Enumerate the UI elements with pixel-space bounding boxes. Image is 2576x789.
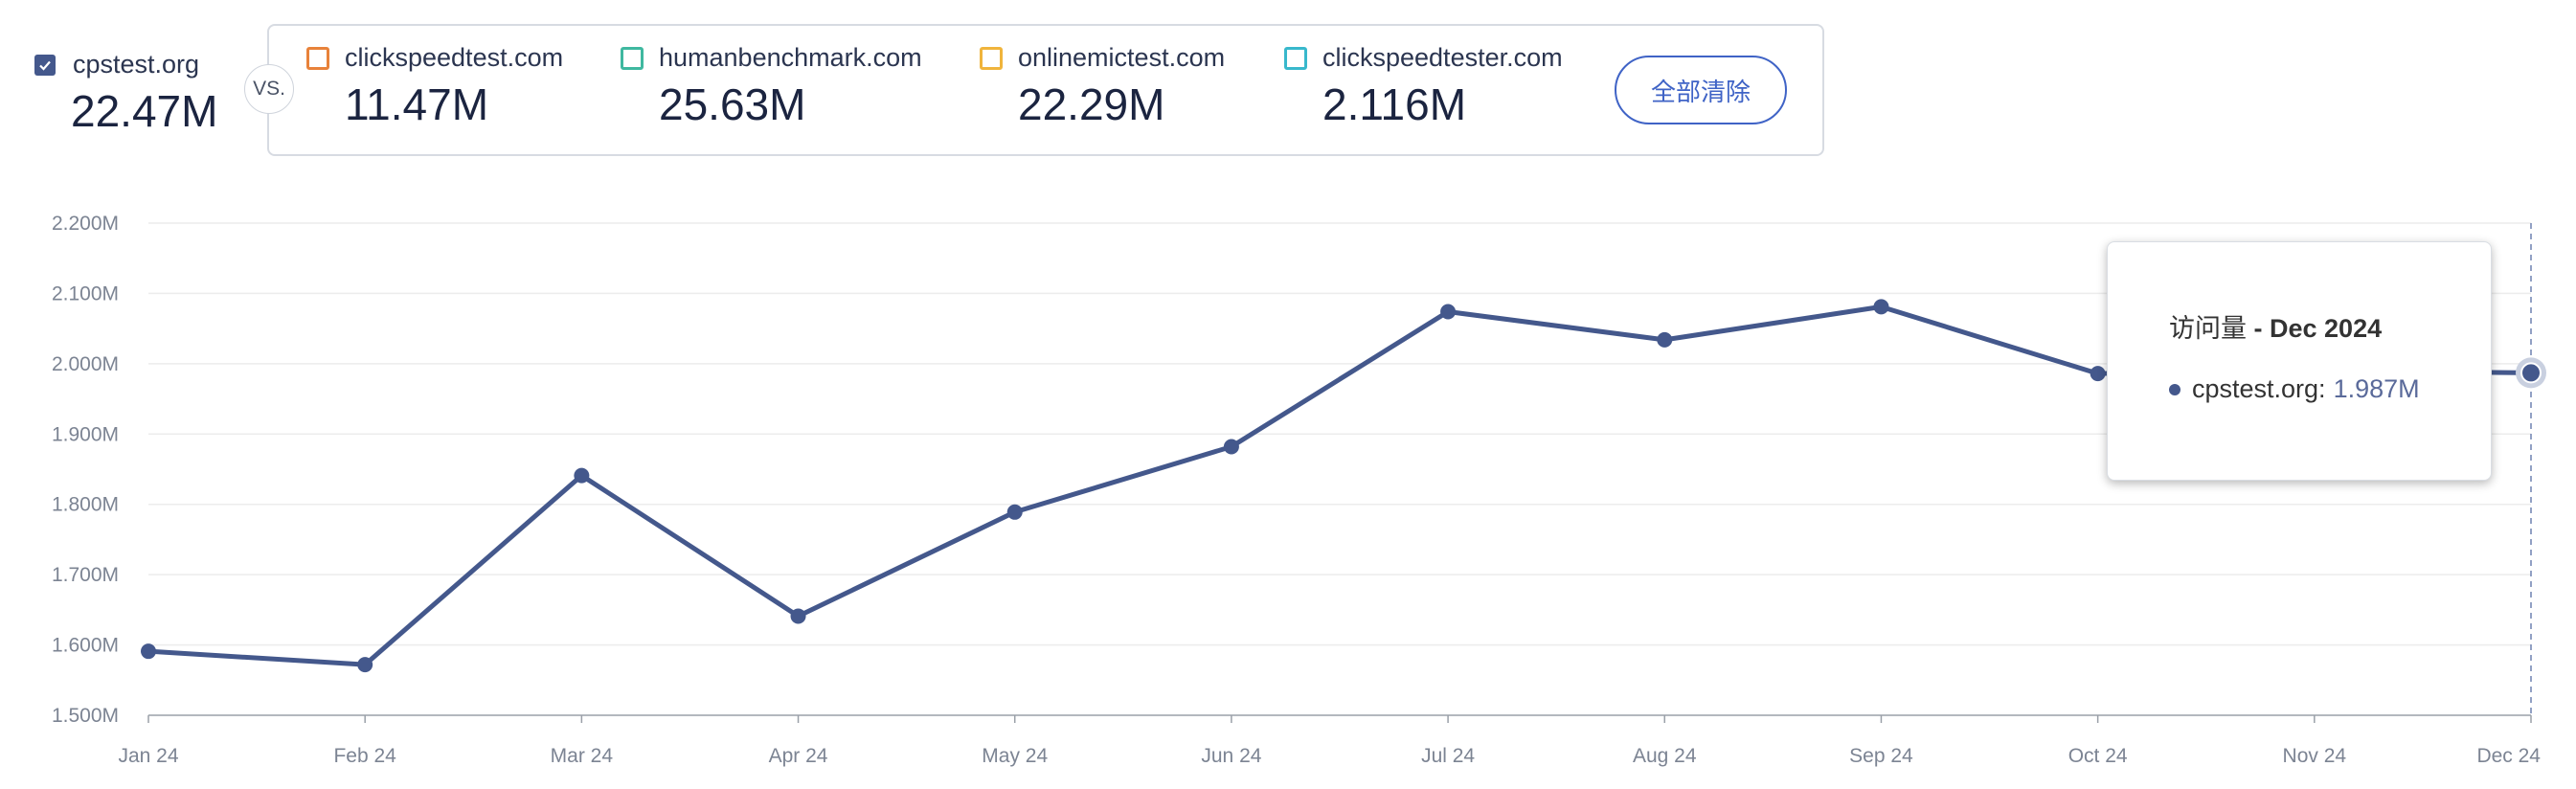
tooltip-month: Dec 2024 xyxy=(2270,314,2383,343)
y-tick-label: 1.700M xyxy=(52,564,119,586)
tooltip-entry: cpstest.org: 1.987M xyxy=(2169,374,2420,404)
data-point xyxy=(1440,304,1457,320)
x-tick-label: Sep 24 xyxy=(1849,745,1913,767)
chart-tooltip: 访问量 - Dec 2024 cpstest.org: 1.987M xyxy=(2107,241,2492,481)
data-point xyxy=(1006,504,1023,520)
x-tick-label: Feb 24 xyxy=(333,745,396,767)
y-tick-label: 2.200M xyxy=(52,213,119,235)
x-tick-label: May 24 xyxy=(982,745,1048,767)
data-point xyxy=(1223,439,1239,455)
series-dot-icon xyxy=(2169,383,2181,395)
x-tick-label: Aug 24 xyxy=(1633,745,1697,767)
data-point xyxy=(790,608,806,624)
tooltip-title: 访问量 - Dec 2024 xyxy=(2169,307,2382,345)
tooltip-series-value: 1.987M xyxy=(2333,374,2420,403)
y-tick-label: 1.500M xyxy=(52,705,119,727)
data-point-highlighted xyxy=(2520,362,2542,384)
data-point xyxy=(574,467,590,484)
x-tick-label: Dec 24 xyxy=(2476,745,2541,767)
x-tick-label: Jul 24 xyxy=(1421,745,1475,767)
data-point xyxy=(1657,331,1673,348)
x-tick-label: Jun 24 xyxy=(1201,745,1261,767)
data-point xyxy=(357,657,373,673)
x-tick-label: Nov 24 xyxy=(2283,745,2347,767)
y-tick-label: 1.800M xyxy=(52,494,119,516)
data-point xyxy=(2090,366,2106,382)
x-tick-label: Jan 24 xyxy=(118,745,178,767)
x-tick-label: Mar 24 xyxy=(551,745,614,767)
y-tick-label: 1.900M xyxy=(52,423,119,445)
tooltip-series-label: cpstest.org: xyxy=(2192,374,2326,403)
y-tick-label: 2.100M xyxy=(52,282,119,304)
data-point xyxy=(141,643,156,660)
vs-badge: VS. xyxy=(244,64,294,114)
x-tick-label: Apr 24 xyxy=(769,745,828,767)
data-point xyxy=(1873,299,1889,315)
x-tick-label: Oct 24 xyxy=(2068,745,2128,767)
tooltip-separator: - xyxy=(2247,314,2270,343)
y-tick-label: 1.600M xyxy=(52,635,119,657)
tooltip-metric: 访问量 xyxy=(2169,314,2247,343)
y-tick-label: 2.000M xyxy=(52,353,119,375)
